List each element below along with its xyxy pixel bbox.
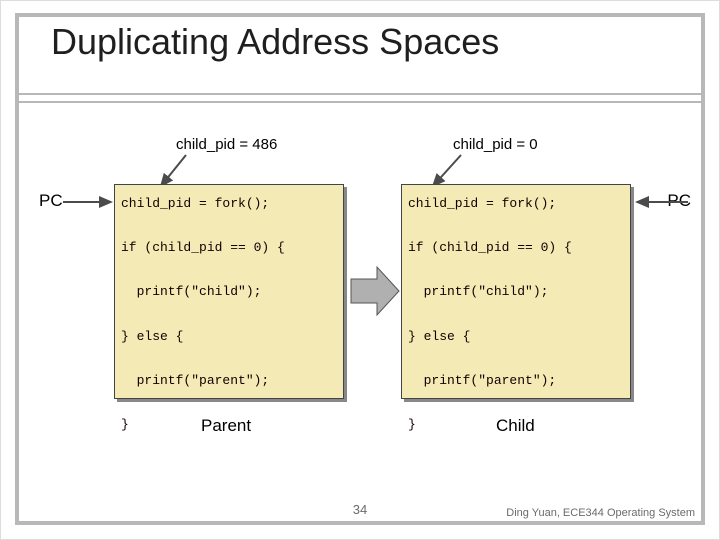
rule-bottom	[19, 101, 701, 103]
block-arrow-icon	[347, 263, 403, 319]
pc-label-left: PC	[39, 191, 63, 211]
arrow-pc-left-icon	[63, 197, 118, 209]
code-line: printf("child");	[408, 284, 548, 299]
code-line: printf("parent");	[408, 373, 556, 388]
code-line: printf("parent");	[121, 373, 269, 388]
codebox-child: child_pid = fork(); if (child_pid == 0) …	[401, 184, 631, 399]
rule-top	[19, 93, 701, 95]
code-line: if (child_pid == 0) {	[121, 240, 285, 255]
code-line: child_pid = fork();	[408, 196, 556, 211]
code-line: child_pid = fork();	[121, 196, 269, 211]
footer-text: Ding Yuan, ECE344 Operating System	[506, 507, 695, 519]
code-line: }	[121, 417, 129, 432]
arrow-pc-right-icon	[633, 197, 693, 209]
caption-child: Child	[496, 416, 535, 436]
code-line: printf("child");	[121, 284, 261, 299]
code-line: }	[408, 417, 416, 432]
caption-parent: Parent	[201, 416, 251, 436]
code-line: } else {	[121, 329, 183, 344]
slide-number: 34	[353, 502, 367, 517]
slide: Duplicating Address Spaces child_pid = 4…	[0, 0, 720, 540]
code-line: if (child_pid == 0) {	[408, 240, 572, 255]
code-line: } else {	[408, 329, 470, 344]
codebox-parent: child_pid = fork(); if (child_pid == 0) …	[114, 184, 344, 399]
slide-title: Duplicating Address Spaces	[41, 19, 509, 65]
